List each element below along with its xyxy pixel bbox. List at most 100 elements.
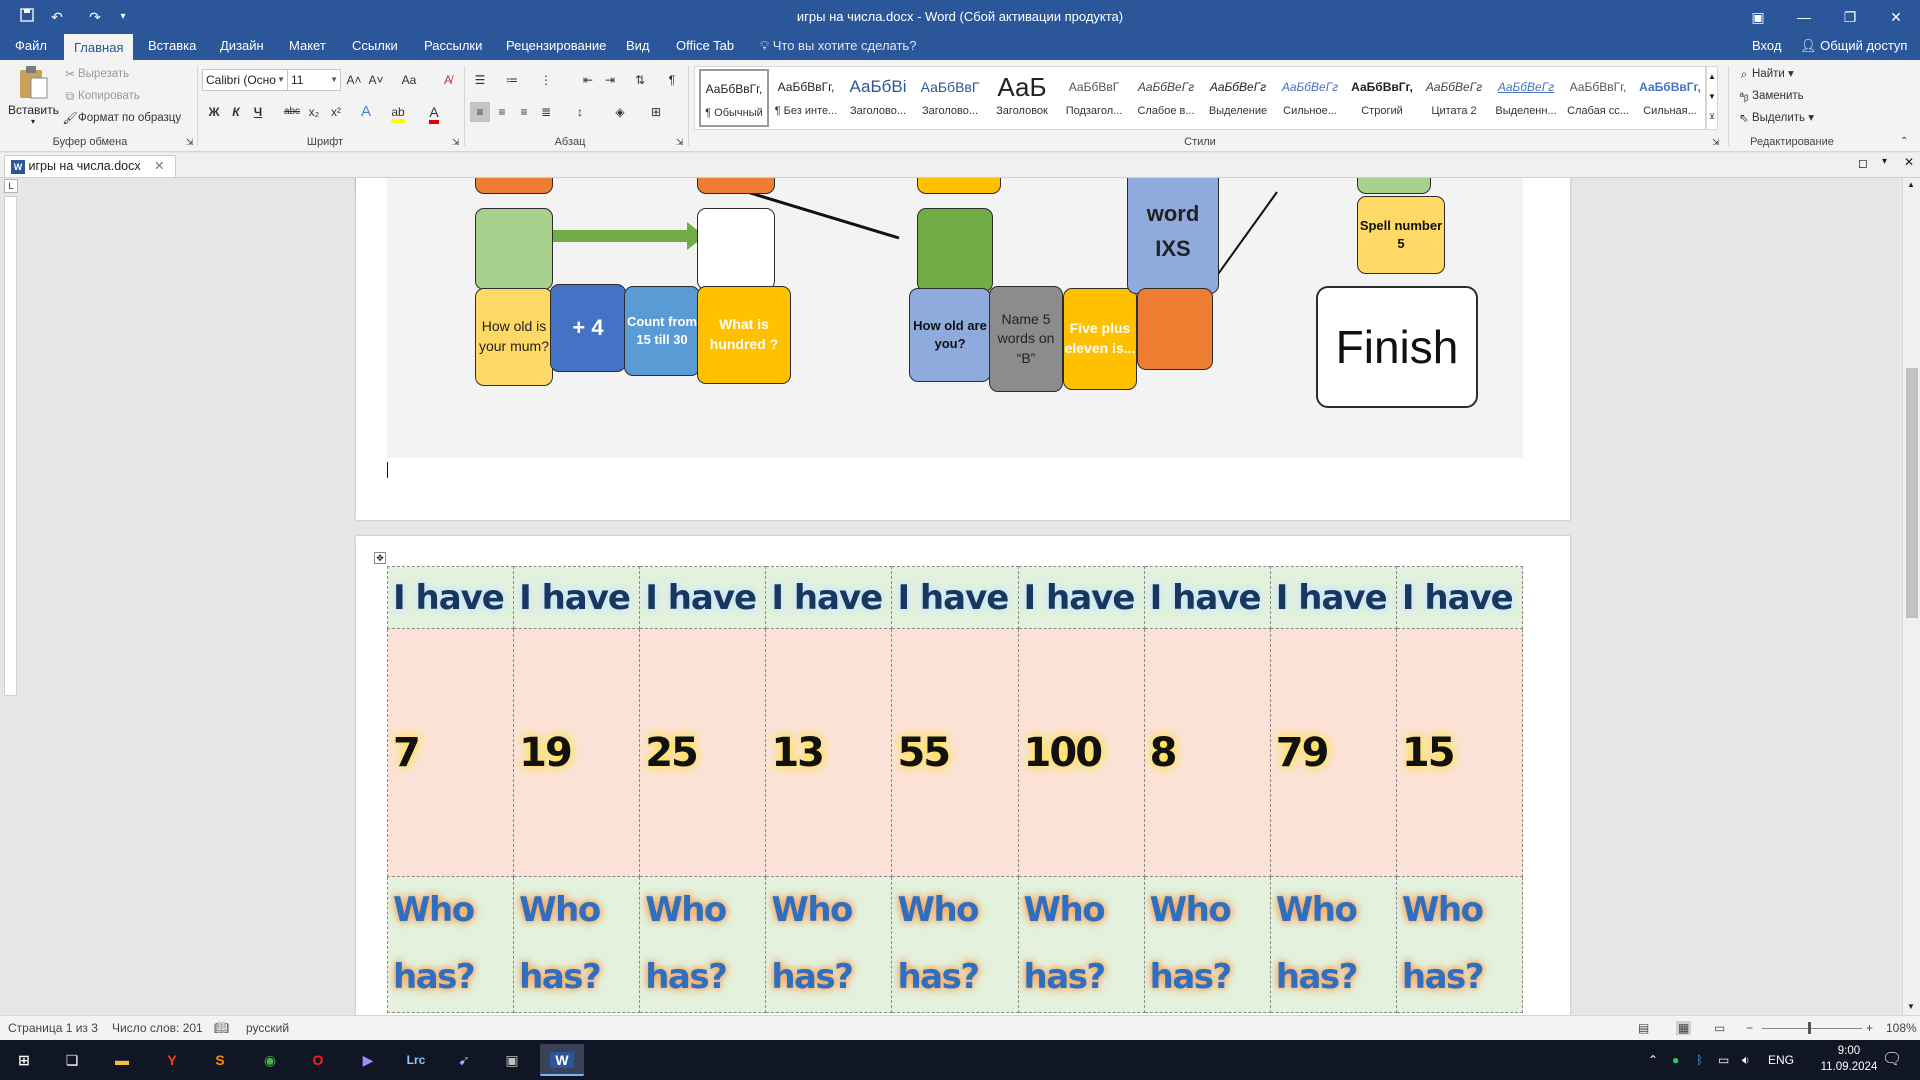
italic-button[interactable]: К: [226, 102, 246, 122]
decrease-indent-icon[interactable]: ⇤: [578, 70, 598, 90]
tell-me-box[interactable]: 💡︎ Что вы хотите сделать?: [750, 34, 926, 60]
style-item[interactable]: АаБбВвГг, ¶ Обычный: [699, 69, 769, 127]
styles-launcher-icon[interactable]: ⇲: [1712, 137, 1720, 148]
clock[interactable]: 9:00 11.09.2024: [1814, 1043, 1884, 1075]
tab-file[interactable]: Файл: [5, 34, 57, 60]
style-item[interactable]: АаБбВеГг Цитата 2: [1419, 69, 1489, 127]
style-item[interactable]: АаБбВеГг Сильное...: [1275, 69, 1345, 127]
close-tab-icon[interactable]: ✕: [154, 159, 164, 173]
bluetooth-icon[interactable]: ᛒ: [1696, 1040, 1703, 1080]
lightroom-icon[interactable]: Lrc: [394, 1044, 438, 1076]
document-tab[interactable]: W игры на числа.docx ✕: [4, 155, 176, 177]
style-item[interactable]: АаБбВі Заголово...: [843, 69, 913, 127]
sublime-icon[interactable]: S: [198, 1044, 242, 1076]
align-left-icon[interactable]: ≡: [470, 102, 490, 122]
minimize-button[interactable]: —: [1781, 0, 1827, 34]
styles-scroll[interactable]: ▲ ▼ ⊻: [1706, 66, 1718, 130]
file-manager-icon[interactable]: ▣: [490, 1044, 534, 1076]
replace-button[interactable]: ᵃᵦ Заменить: [1736, 88, 1803, 104]
input-language[interactable]: ENG: [1768, 1040, 1794, 1080]
style-item[interactable]: АаБбВвГг, Сильная...: [1635, 69, 1705, 127]
tab-view[interactable]: Вид: [616, 34, 660, 60]
close-button[interactable]: ✕: [1873, 0, 1919, 34]
scroll-down-icon[interactable]: ▼: [1907, 1002, 1915, 1011]
shading-icon[interactable]: ◈: [610, 102, 630, 122]
show-marks-button[interactable]: ¶: [662, 70, 682, 90]
tab-selector-icon[interactable]: L: [4, 179, 18, 193]
cursor-app-icon[interactable]: ➹: [442, 1044, 486, 1076]
word-count[interactable]: Число слов: 201: [112, 1021, 203, 1035]
shrink-font-button[interactable]: A˅: [366, 70, 386, 90]
tab-insert[interactable]: Вставка: [138, 34, 206, 60]
paste-button[interactable]: Вставить ▾: [8, 64, 59, 132]
style-item[interactable]: АаБбВвГ Заголово...: [915, 69, 985, 127]
increase-indent-icon[interactable]: ⇥: [600, 70, 620, 90]
ribbon-display-options-icon[interactable]: ▣: [1735, 0, 1781, 34]
tab-design[interactable]: Дизайн: [210, 34, 274, 60]
new-document-icon[interactable]: ◻: [1858, 156, 1868, 170]
numbering-icon[interactable]: ≔: [502, 70, 522, 90]
bullets-icon[interactable]: ☰: [470, 70, 490, 90]
share-button[interactable]: 👤︎ Общий доступ: [1790, 34, 1917, 60]
tab-layout[interactable]: Макет: [279, 34, 336, 60]
select-button[interactable]: ⇖ Выделить ▾: [1736, 110, 1814, 126]
web-layout-icon[interactable]: ▭: [1714, 1021, 1725, 1035]
proofing-icon[interactable]: 📖︎: [214, 1021, 229, 1035]
text-effects-icon[interactable]: A: [356, 102, 376, 122]
premiere-icon[interactable]: ▶: [346, 1044, 390, 1076]
language[interactable]: русский: [246, 1021, 289, 1035]
superscript-button[interactable]: x²: [326, 102, 346, 122]
zoom-slider-thumb[interactable]: [1808, 1022, 1811, 1034]
change-case-button[interactable]: Aa: [394, 70, 424, 90]
align-right-icon[interactable]: ≡: [514, 102, 534, 122]
clipboard-launcher-icon[interactable]: ⇲: [186, 137, 194, 148]
style-item[interactable]: АаБбВеГг Выделенн...: [1491, 69, 1561, 127]
bold-button[interactable]: Ж: [204, 102, 224, 122]
paragraph-launcher-icon[interactable]: ⇲: [676, 137, 684, 148]
vertical-scrollbar[interactable]: ▲ ▼: [1902, 178, 1920, 1015]
tab-references[interactable]: Ссылки: [342, 34, 408, 60]
strikethrough-button[interactable]: abc: [282, 102, 302, 122]
yandex-icon[interactable]: Y: [150, 1044, 194, 1076]
font-launcher-icon[interactable]: ⇲: [452, 137, 460, 148]
task-view-icon[interactable]: ❏: [50, 1044, 94, 1076]
maximize-button[interactable]: ❐: [1827, 0, 1873, 34]
close-all-icon[interactable]: ✕: [1904, 155, 1914, 169]
copy-button[interactable]: ⧉ Копировать: [62, 88, 140, 104]
style-item[interactable]: АаБбВвГг, ¶ Без инте...: [771, 69, 841, 127]
cut-button[interactable]: ✂ Вырезать: [62, 66, 129, 82]
explorer-icon[interactable]: ▬: [100, 1044, 144, 1076]
tray-chevron-icon[interactable]: ⌃: [1648, 1040, 1658, 1080]
read-mode-icon[interactable]: ▤: [1638, 1021, 1649, 1035]
multilevel-list-icon[interactable]: ⋮: [536, 70, 556, 90]
zoom-slider[interactable]: [1762, 1028, 1862, 1029]
scrollbar-thumb[interactable]: [1906, 368, 1918, 618]
sort-icon[interactable]: ⇅: [630, 70, 650, 90]
notifications-icon[interactable]: 🗨︎: [1882, 1040, 1902, 1080]
style-item[interactable]: АаБбВеГг Выделение: [1203, 69, 1273, 127]
start-icon[interactable]: ⊞: [2, 1044, 46, 1076]
sign-in-link[interactable]: Вход: [1742, 34, 1791, 60]
vertical-ruler[interactable]: [4, 196, 17, 696]
tray-app-icon[interactable]: ●: [1672, 1040, 1679, 1080]
grow-font-button[interactable]: A˄: [344, 70, 364, 90]
line-spacing-icon[interactable]: ↕: [570, 102, 590, 122]
collapse-ribbon-icon[interactable]: ⌃: [1900, 136, 1908, 147]
clear-formatting-icon[interactable]: A̸: [438, 70, 458, 90]
subscript-button[interactable]: x₂: [304, 102, 324, 122]
style-item[interactable]: АаБбВвГг, Слабая сс...: [1563, 69, 1633, 127]
style-item[interactable]: АаБбВеГг Слабое в...: [1131, 69, 1201, 127]
font-name-combo[interactable]: Calibri (Осно ▼: [202, 69, 288, 91]
justify-icon[interactable]: ≣: [536, 102, 556, 122]
font-color-icon[interactable]: A: [424, 102, 444, 124]
tab-mailings[interactable]: Рассылки: [414, 34, 492, 60]
zoom-level[interactable]: 108%: [1886, 1021, 1917, 1035]
zoom-in-button[interactable]: +: [1866, 1021, 1873, 1035]
highlight-icon[interactable]: ab: [388, 102, 408, 123]
word-taskbar-icon[interactable]: W: [540, 1044, 584, 1076]
chrome-icon[interactable]: ◉: [248, 1044, 292, 1076]
format-painter-button[interactable]: 🖌︎Формат по образцу: [62, 110, 181, 126]
tab-office-tab[interactable]: Office Tab: [666, 34, 744, 60]
print-layout-icon[interactable]: ▦: [1676, 1021, 1692, 1035]
tab-home[interactable]: Главная: [64, 34, 134, 60]
